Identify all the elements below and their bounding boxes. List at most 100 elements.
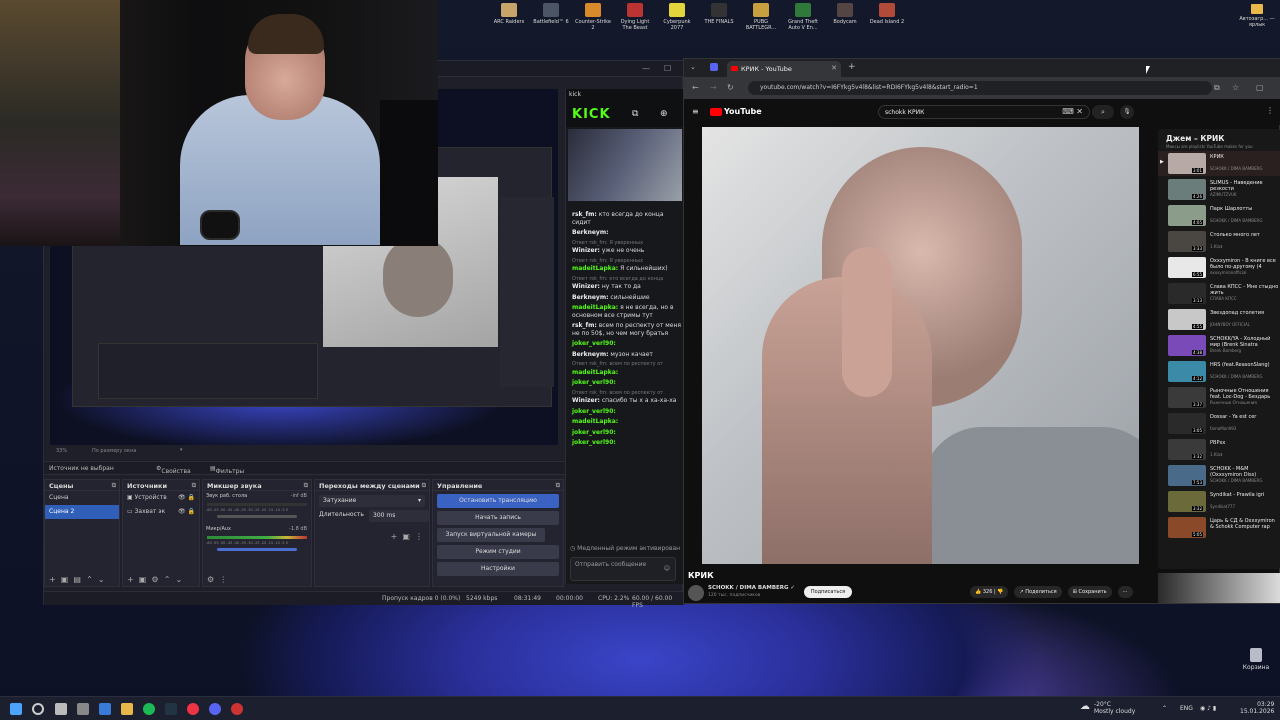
stop-stream-button[interactable]: Остановить трансляцию bbox=[437, 494, 559, 508]
extensions-icon[interactable]: ▢ bbox=[1256, 83, 1264, 92]
playlist-item[interactable]: 3:37 Рыночные Отношения feat. Loc-Dog - Б… bbox=[1158, 385, 1280, 410]
zoom-level[interactable]: 33% bbox=[56, 448, 67, 454]
recycle-bin[interactable]: Корзина bbox=[1238, 648, 1274, 671]
playlist-item[interactable]: 3:32 Syndikat - Prawila igri Syndikat777 bbox=[1158, 489, 1280, 514]
like-button[interactable]: 👍 326 | 👎 bbox=[970, 586, 1009, 598]
start-recording-button[interactable]: Начать запись bbox=[437, 511, 559, 525]
desktop-icon[interactable]: Bodycam bbox=[826, 3, 864, 31]
more-icon[interactable]: ⋮ bbox=[1266, 106, 1274, 115]
subscribe-button[interactable]: Подписаться bbox=[804, 586, 852, 598]
video-player[interactable] bbox=[702, 127, 1139, 564]
playlist-item[interactable]: 7:53 SCHOKK - M&M (Oxxxymiron Diss) SCHOKK… bbox=[1158, 463, 1280, 488]
microphone-icon[interactable]: 🎙 bbox=[1120, 105, 1134, 119]
scene-item-selected[interactable]: Сцена 2 bbox=[45, 505, 119, 519]
duration-input[interactable]: 300 ms bbox=[369, 510, 429, 522]
network-icon[interactable]: ◉ ♪ ▮ bbox=[1200, 705, 1216, 712]
share-button[interactable]: ↗ Поделиться bbox=[1014, 586, 1062, 598]
chat-username[interactable]: Winizer: bbox=[572, 397, 600, 404]
ad-banner[interactable] bbox=[1158, 573, 1280, 603]
url-field[interactable]: youtube.com/watch?v=I6FYkg5v4l8&list=RDI… bbox=[748, 81, 1212, 95]
playlist-item[interactable]: 3:05 Dossar - Ya est cer famaMan993 bbox=[1158, 411, 1280, 436]
sources-footer[interactable]: + ▣ ⚙ ⌃ ⌄ bbox=[127, 575, 182, 584]
menu-icon[interactable]: ≡ bbox=[692, 107, 699, 116]
weather-icon[interactable]: ☁ bbox=[1080, 702, 1090, 712]
volume-slider[interactable] bbox=[217, 548, 297, 551]
save-button[interactable]: ⊞ Сохранить bbox=[1067, 586, 1112, 598]
chat-username[interactable]: joker_verl90: bbox=[572, 429, 616, 436]
playlist-item[interactable]: 4:12 HRS (feat.ReasonSlang) SCHOKK / DIMA … bbox=[1158, 359, 1280, 384]
globe-icon[interactable]: ⊕ bbox=[660, 109, 668, 119]
properties-button[interactable]: ⚙ Свойства bbox=[156, 465, 191, 475]
chat-username[interactable]: rsk_fm: bbox=[572, 211, 597, 218]
chat-username[interactable]: joker_verl90: bbox=[572, 439, 616, 446]
chat-username[interactable]: Winizer: bbox=[572, 283, 600, 290]
clear-search-icon[interactable]: ⌨ ✕ bbox=[1062, 107, 1083, 116]
youtube-search-input[interactable]: schokk КРИК ⌨ ✕ bbox=[878, 105, 1090, 119]
volume-slider[interactable] bbox=[217, 515, 297, 518]
transition-select[interactable]: Затухание ▾ bbox=[319, 495, 425, 507]
start-icon[interactable] bbox=[10, 703, 22, 715]
chat-username[interactable]: madeitLapka: bbox=[572, 418, 618, 425]
maximize-icon[interactable]: ☐ bbox=[664, 64, 671, 73]
playlist-item[interactable]: 4:38 SCHOKK/YA - Холодный мир (Вrenk Sina… bbox=[1158, 333, 1280, 358]
chat-username[interactable]: joker_verl90: bbox=[572, 379, 616, 386]
settings-button[interactable]: Настройки bbox=[437, 562, 559, 576]
playlist-item[interactable]: 3:33 Столько много лет 1.Kla$ bbox=[1158, 229, 1280, 254]
chevron-down-icon[interactable]: ▾ bbox=[180, 447, 183, 453]
stream-thumbnail[interactable] bbox=[568, 129, 682, 201]
virtual-camera-button[interactable]: Запуск виртуальной камеры bbox=[437, 528, 545, 542]
channel-name[interactable]: SCHOKK / DIMA BAMBERG ✓ bbox=[708, 585, 795, 591]
filters-button[interactable]: ▤ Фильтры bbox=[210, 465, 244, 475]
language[interactable]: ENG bbox=[1180, 705, 1193, 712]
desktop-icon[interactable]: Dead Island 2 bbox=[868, 3, 906, 31]
chat-username[interactable]: joker_verl90: bbox=[572, 340, 616, 347]
playlist-item[interactable]: 4:05 Парк Шарлотты SCHOKK / DIMA BAMBERG bbox=[1158, 203, 1280, 228]
chat-username[interactable]: madeitLapka: bbox=[572, 369, 618, 376]
scene-item[interactable]: Сцена bbox=[45, 491, 119, 505]
back-icon[interactable]: ← bbox=[692, 83, 699, 92]
settings-icon[interactable] bbox=[77, 703, 89, 715]
tab-search-icon[interactable]: ⌄ bbox=[690, 63, 696, 71]
chrome-icon[interactable] bbox=[187, 703, 199, 715]
folder-icon[interactable] bbox=[121, 703, 133, 715]
chat-username[interactable]: joker_verl90: bbox=[572, 408, 616, 415]
transition-actions[interactable]: + ▣ ⋮ bbox=[391, 532, 423, 541]
playlist-item[interactable]: 5:05 Царь & СД & Oxxxymiron & Schokk Comp… bbox=[1158, 515, 1280, 540]
playlist-item[interactable]: 4:55 Звездопад столетия JOHNYBOY OFFICIAL bbox=[1158, 307, 1280, 332]
desktop-icon[interactable]: PUBG BATTLEGR... bbox=[742, 3, 780, 31]
clock[interactable]: 03:29 15.01.2026 bbox=[1240, 701, 1274, 715]
reload-icon[interactable]: ↻ bbox=[727, 83, 734, 92]
desktop-icon[interactable]: Grand Theft Auto V En... bbox=[784, 3, 822, 31]
chat-username[interactable]: madeitLapka: bbox=[572, 265, 618, 272]
spotify-icon[interactable] bbox=[143, 703, 155, 715]
source-item[interactable]: ▣ Устройств 👁 🔒 bbox=[123, 491, 199, 505]
desktop-icon-autostart[interactable]: Автозагр... — ярлык bbox=[1238, 4, 1276, 28]
chat-username[interactable]: rsk_fm: bbox=[572, 322, 597, 329]
obs-icon[interactable] bbox=[231, 703, 243, 715]
tab-youtube[interactable]: КРИК - YouTube ✕ bbox=[727, 61, 841, 77]
zoom-mode[interactable]: По размеру окна bbox=[92, 448, 136, 454]
discord-icon[interactable] bbox=[209, 703, 221, 715]
desktop-icon[interactable]: ARC Raiders bbox=[490, 3, 528, 31]
chat-username[interactable]: Berkneym: bbox=[572, 229, 609, 236]
playlist-item[interactable]: ▶ 3:01 КРИК SCHOKK / DIMA BAMBERG bbox=[1158, 151, 1280, 176]
scenes-footer[interactable]: + ▣ ▤ ⌃ ⌄ bbox=[49, 575, 105, 584]
playlist-item[interactable]: 4:26 SLIMUS - Наведение резкости AZIMUTZVU… bbox=[1158, 177, 1280, 202]
source-item[interactable]: ▭ Захват эк 👁 🔒 bbox=[123, 505, 199, 519]
more-actions-button[interactable]: ⋯ bbox=[1117, 586, 1133, 598]
zoom-bar[interactable]: 33% По размеру окна ▾ bbox=[50, 447, 558, 457]
tray-chevron-icon[interactable]: ⌃ bbox=[1162, 705, 1167, 712]
playlist-item[interactable]: 3:32 PBPxx 1.Kla$ bbox=[1158, 437, 1280, 462]
explorer-icon[interactable] bbox=[99, 703, 111, 715]
playlist-item[interactable]: 3:13 Слава КПСС - Мне стыдно жить СЛАВА КП… bbox=[1158, 281, 1280, 306]
popout-icon[interactable]: ⧉ bbox=[632, 109, 638, 119]
chat-input[interactable]: Отправить сообщение ☺ bbox=[570, 557, 676, 581]
chat-username[interactable]: Winizer: bbox=[572, 247, 600, 254]
mixer-footer[interactable]: ⚙ ⋮ bbox=[207, 575, 227, 584]
emoji-icon[interactable]: ☺ bbox=[664, 565, 670, 572]
desktop-icon[interactable]: Dying Light The Beast bbox=[616, 3, 654, 31]
install-icon[interactable]: ⧉ bbox=[1214, 83, 1220, 93]
minimize-icon[interactable]: — bbox=[642, 64, 650, 73]
forward-icon[interactable]: → bbox=[710, 83, 717, 92]
search-icon[interactable]: ⌕ bbox=[1092, 105, 1114, 119]
